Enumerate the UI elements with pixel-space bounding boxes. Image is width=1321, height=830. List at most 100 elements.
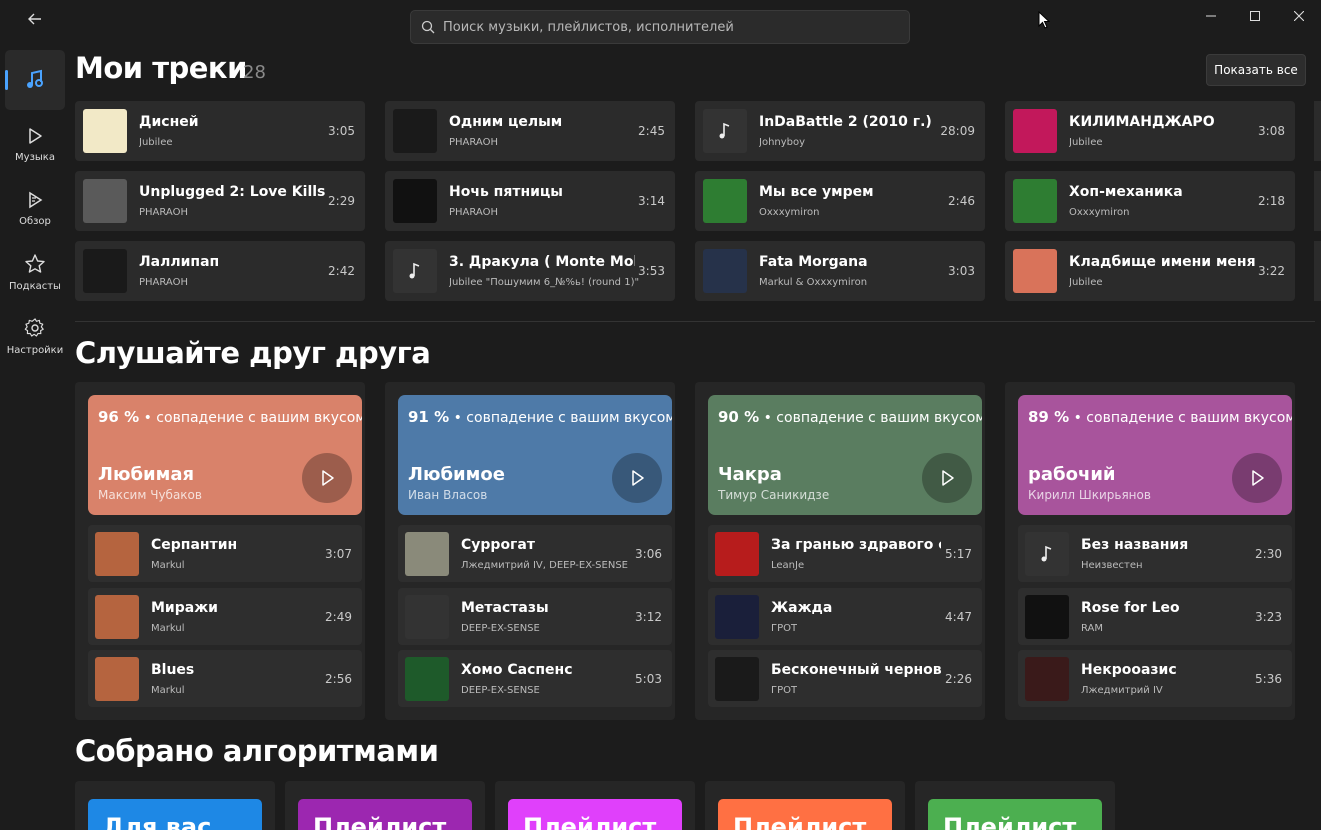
- track-card[interactable]: Кладбище имени меня Jubilee 3:22: [1005, 241, 1295, 301]
- track-duration: 2:30: [1255, 547, 1282, 561]
- sidebar-item-my-music[interactable]: [5, 50, 65, 110]
- track-title: Лаллипап: [139, 254, 220, 270]
- algo-playlist-card[interactable]: Плейлист: [285, 781, 485, 830]
- track-card[interactable]: Хомо Саспенс DEEP-EX-SENSE 5:03: [398, 650, 672, 707]
- track-card[interactable]: Хоп-механика Oxxxymiron 2:18: [1005, 171, 1295, 231]
- track-cover: [1013, 109, 1057, 153]
- playlist-cover: Для вас: [88, 799, 262, 830]
- friend-playlist-panel: 96 % • совпадение с вашим вкусом Любимая М…: [75, 382, 365, 720]
- track-cover: [1013, 179, 1057, 223]
- algo-playlist-card[interactable]: Плейлист: [495, 781, 695, 830]
- track-artist: PHARAOH: [449, 137, 498, 148]
- track-card[interactable]: 3. Дракула ( Monte Molotov Jubilee "Пошум…: [385, 241, 675, 301]
- algo-playlist-card[interactable]: Плейлист: [705, 781, 905, 830]
- match-label: 89 % • совпадение с вашим вкусом: [1028, 408, 1292, 426]
- track-duration: 2:46: [948, 194, 975, 208]
- track-cover: [83, 179, 127, 223]
- track-duration: 2:45: [638, 124, 665, 138]
- track-cover: [83, 249, 127, 293]
- track-card[interactable]: Unplugged 2: Love Kills PHARAOH 2:29: [75, 171, 365, 231]
- track-duration: 2:29: [328, 194, 355, 208]
- track-card[interactable]: Без названия Неизвестен 2:30: [1018, 525, 1292, 582]
- track-artist: PHARAOH: [139, 277, 188, 288]
- track-artist: Лжедмитрий IV, DEEP-EX-SENSE: [461, 560, 628, 571]
- show-all-button[interactable]: Показать все: [1206, 54, 1306, 86]
- track-card[interactable]: Суррогат Лжедмитрий IV, DEEP-EX-SENSE 3:06: [398, 525, 672, 582]
- track-duration: 4:47: [945, 609, 972, 624]
- track-card[interactable]: Rose for Leo RAM 3:23: [1018, 587, 1292, 645]
- back-button[interactable]: [22, 8, 48, 30]
- playlist-banner[interactable]: 89 % • совпадение с вашим вкусом рабочий К…: [1018, 395, 1292, 515]
- playlist-banner[interactable]: 91 % • совпадение с вашим вкусом Любимое И…: [398, 395, 672, 515]
- friend-playlist-panel: 91 % • совпадение с вашим вкусом Любимое И…: [385, 382, 675, 720]
- playlist-banner[interactable]: 90 % • совпадение с вашим вкусом Чакра Тим…: [708, 395, 982, 515]
- track-card[interactable]: Бесконечный черновик ГРОТ 2:26: [708, 650, 982, 707]
- close-icon: [1294, 11, 1304, 21]
- sidebar-item-label: Музыка: [15, 151, 55, 163]
- track-card[interactable]: Мы все умрем Oxxxymiron 2:46: [695, 171, 985, 231]
- track-artist: ГРОТ: [771, 622, 798, 634]
- match-text: • совпадение с вашим вкусом: [143, 410, 362, 426]
- section-title-listen: Слушайте друг друга: [75, 336, 431, 370]
- track-artist: DEEP-EX-SENSE: [461, 622, 540, 634]
- sidebar-item-settings[interactable]: Настройки: [5, 306, 65, 366]
- track-card[interactable]: Некрооазис Лжедмитрий IV 5:36: [1018, 650, 1292, 707]
- track-card[interactable]: КИЛИМАНДЖАРО Jubilee 3:08: [1005, 101, 1295, 161]
- track-card[interactable]: Fata Morgana Markul & Oxxxymiron 3:03: [695, 241, 985, 301]
- playlist-owner: Иван Власов: [408, 488, 488, 502]
- track-title: Миражи: [151, 599, 218, 616]
- playlist-name: рабочий: [1028, 464, 1116, 485]
- playlist-cover-label: Плейлист: [523, 813, 657, 830]
- track-duration: 3:14: [638, 194, 665, 208]
- play-button[interactable]: [612, 453, 662, 503]
- section-title-my-tracks: Мои треки: [75, 51, 247, 85]
- play-button[interactable]: [302, 453, 352, 503]
- track-title: Метастазы: [461, 599, 549, 616]
- play-icon: [632, 470, 644, 486]
- sidebar-item-browse[interactable]: Обзор: [5, 178, 65, 238]
- match-percent: 89 %: [1028, 408, 1070, 426]
- track-card[interactable]: Миражи Markul 2:49: [88, 587, 362, 645]
- playlist-banner[interactable]: 96 % • совпадение с вашим вкусом Любимая М…: [88, 395, 362, 515]
- track-card[interactable]: Дисней Jubilee 3:05: [75, 101, 365, 161]
- music-note-icon: [719, 122, 730, 139]
- track-card[interactable]: Ночь пятницы PHARAOH 3:14: [385, 171, 675, 231]
- play-button[interactable]: [922, 453, 972, 503]
- search-input[interactable]: [443, 19, 883, 35]
- sidebar-item-podcasts[interactable]: Подкасты: [5, 242, 65, 302]
- match-text: • совпадение с вашим вкусом: [1073, 410, 1292, 426]
- track-card[interactable]: Одним целым PHARAOH 2:45: [385, 101, 675, 161]
- track-card[interactable]: Серпантин Markul 3:07: [88, 525, 362, 582]
- search-box[interactable]: [410, 10, 910, 44]
- playlist-name: Чакра: [718, 464, 782, 485]
- track-duration: 2:18: [1258, 194, 1285, 208]
- track-card[interactable]: Blues Markul 2:56: [88, 650, 362, 707]
- close-button[interactable]: [1276, 5, 1321, 27]
- track-artist: Jubilee: [1069, 137, 1103, 148]
- play-icon: [1252, 470, 1264, 486]
- track-title: Одним целым: [449, 114, 563, 130]
- playlist-cover-label: Плейлист: [943, 813, 1077, 830]
- algo-playlist-card[interactable]: Для вас: [75, 781, 275, 830]
- track-card[interactable]: Лаллипап PHARAOH 2:42: [75, 241, 365, 301]
- friend-playlist-panel: 90 % • совпадение с вашим вкусом Чакра Тим…: [695, 382, 985, 720]
- active-indicator: [5, 70, 8, 90]
- maximize-button[interactable]: [1232, 5, 1278, 27]
- play-button[interactable]: [1232, 453, 1282, 503]
- track-duration: 3:06: [635, 547, 662, 561]
- algo-playlist-card[interactable]: Плейлист: [915, 781, 1115, 830]
- track-card[interactable]: За гранью здравого смысла LeanJe 5:17: [708, 525, 982, 582]
- sidebar-item-music[interactable]: Музыка: [5, 114, 65, 174]
- track-card[interactable]: Жажда ГРОТ 4:47: [708, 587, 982, 645]
- match-text: • совпадение с вашим вкусом: [763, 410, 982, 426]
- track-card[interactable]: InDaBattle 2 (2010 г.) Johnyboy 28:09: [695, 101, 985, 161]
- track-duration: 2:42: [328, 264, 355, 278]
- section-divider: [75, 321, 1315, 322]
- track-title: InDaBattle 2 (2010 г.): [759, 114, 932, 130]
- track-artist: Oxxxymiron: [1069, 207, 1130, 218]
- track-cover: [95, 594, 139, 639]
- track-cover: [703, 249, 747, 293]
- track-card[interactable]: Метастазы DEEP-EX-SENSE 3:12: [398, 587, 672, 645]
- playlist-cover-label: Плейлист: [733, 813, 867, 830]
- minimize-button[interactable]: [1188, 5, 1234, 27]
